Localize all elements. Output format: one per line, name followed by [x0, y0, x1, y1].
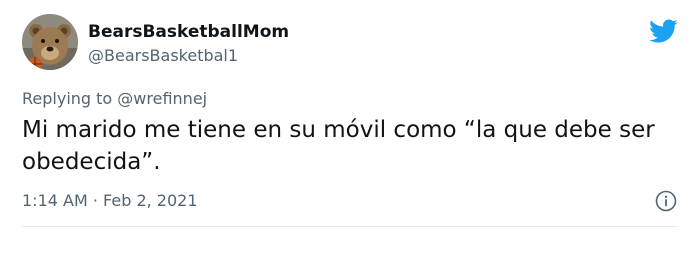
tweet-timestamp[interactable]: 1:14 AM · Feb 2, 2021	[22, 191, 198, 210]
tweet-card: BearsBasketballMom @BearsBasketbal1 Repl…	[0, 0, 700, 280]
reply-context: Replying to @wrefinnej	[22, 89, 207, 108]
reply-prefix: Replying to	[22, 89, 113, 108]
author-handle[interactable]: @BearsBasketbal1	[88, 46, 238, 65]
bear-avatar-icon[interactable]	[22, 14, 78, 70]
twitter-bird-icon[interactable]	[646, 16, 680, 46]
info-icon[interactable]	[655, 190, 677, 212]
tweet-text: Mi marido me tiene en su móvil como “la …	[22, 117, 655, 175]
reply-mention-link[interactable]: @wrefinnej	[117, 89, 207, 108]
divider	[22, 226, 678, 227]
author-display-name[interactable]: BearsBasketballMom	[88, 22, 289, 42]
